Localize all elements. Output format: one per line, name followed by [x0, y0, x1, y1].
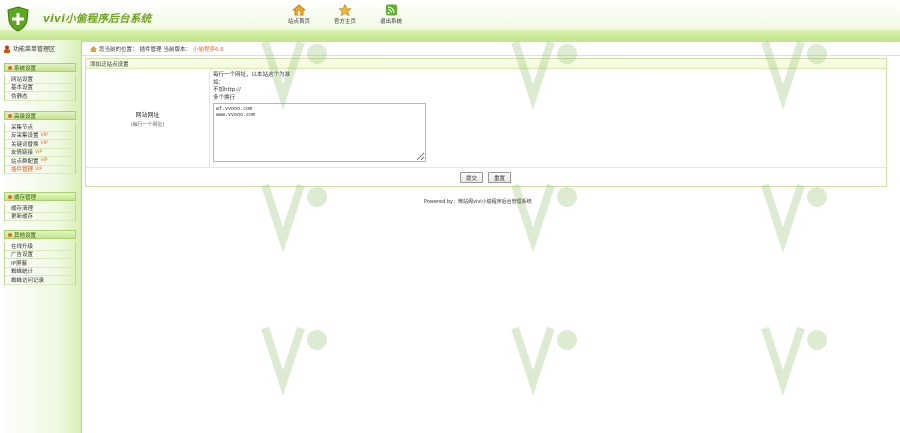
submit-button[interactable]: 提交: [460, 172, 484, 183]
home-icon: [292, 4, 306, 16]
sidebar: 功能菜单管理区 系统设置 网站设置 基本设置 伪静态 高级设置 采集节点 反采集…: [0, 40, 82, 433]
field-hint: (每行一个网址): [130, 122, 165, 128]
watermark-icon: [261, 183, 327, 253]
app-title: vivi小偷程序后台系统: [43, 13, 152, 25]
watermark-icon: [261, 326, 327, 396]
watermark-icon: [761, 326, 827, 396]
sidebar-item-anti-collect[interactable]: 反采集设置 VIP: [5, 132, 75, 140]
sidebar-heading: 功能菜单管理区: [3, 44, 81, 53]
user-icon: [4, 45, 10, 53]
sidebar-item-collect-nodes[interactable]: 采集节点: [5, 123, 75, 132]
header-band: [0, 30, 900, 42]
logo-shield-icon: [7, 6, 29, 32]
sidebar-item-friend-links[interactable]: 友情链接 VIP: [5, 149, 75, 157]
item-label: 反采集设置: [11, 133, 39, 140]
breadcrumb-version: 小偷程序6.6: [193, 46, 224, 53]
nav-official-home-label: 官方主页: [333, 19, 356, 25]
sidebar-item-site-group[interactable]: 站点群配置 VIP: [5, 157, 75, 166]
sidebar-item-ads[interactable]: 广告设置: [5, 251, 75, 259]
note-line: 如：: [213, 79, 225, 86]
watermark-icon: [761, 183, 827, 253]
nav-logout-label: 退出系统: [379, 19, 402, 25]
sidebar-item-upgrade[interactable]: 在线升级: [5, 242, 75, 251]
rss-icon: [386, 4, 397, 16]
vip-badge: VIP: [35, 149, 43, 155]
item-label: 关键词替换: [11, 141, 39, 148]
vip-badge: VIP: [40, 158, 48, 164]
bullet-icon: [8, 65, 12, 70]
group-title-system[interactable]: 系统设置: [4, 63, 76, 72]
form-row-domains: 网站网址 (每行一个网址) 每行一个网址，以本站这个为准 如： 不加http:/…: [86, 70, 886, 168]
group-title-other[interactable]: 其他设置: [4, 230, 76, 239]
sidebar-item-plugin-manage[interactable]: 插件管理 VIP: [5, 166, 75, 174]
watermark-icon: [511, 183, 577, 253]
footer-powered-by: Powered by：微站阁vivi小偷程序后台管理系统: [424, 199, 532, 205]
sidebar-item-ip-block[interactable]: IP屏蔽: [5, 259, 75, 268]
note-line: 每行一个网址，以本站这个为准: [213, 72, 291, 78]
menu-group-other: 其他设置 在线升级 广告设置 IP屏蔽 蜘蛛统计 蜘蛛访问记录: [4, 230, 76, 285]
menu-group-cache: 缓存管理 缓存清理 更新缓存: [4, 192, 76, 221]
vip-badge: VIP: [40, 141, 48, 147]
sidebar-item-rewrite[interactable]: 伪静态: [5, 92, 75, 101]
sidebar-item-basic-settings[interactable]: 基本设置: [5, 84, 75, 92]
watermark-icon: [511, 326, 577, 396]
sidebar-item-spider-stats[interactable]: 蜘蛛统计: [5, 268, 75, 276]
breadcrumb: 您当前的位置： 插件管理 当前版本： 小偷程序6.6: [90, 44, 224, 53]
sidebar-item-cache-clean[interactable]: 缓存清理: [5, 204, 75, 213]
breadcrumb-version-label: 当前版本：: [163, 46, 192, 53]
settings-panel: 添加泛站点设置 网站网址 (每行一个网址) 每行一个网址，以本站这个为准 如： …: [85, 58, 887, 187]
bullet-icon: [8, 113, 12, 118]
item-label: 友情链接: [11, 150, 34, 157]
sidebar-item-keyword-replace[interactable]: 关键词替换 VIP: [5, 140, 75, 149]
group-title-label: 高级设置: [14, 113, 37, 120]
nav-site-home-label: 站点首页: [287, 19, 310, 25]
form-buttons: 提交 重置: [460, 172, 512, 183]
sidebar-item-spider-log[interactable]: 蜘蛛访问记录: [5, 276, 75, 285]
vip-badge: VIP: [35, 166, 43, 172]
menu-group-system: 系统设置 网站设置 基本设置 伪静态: [4, 63, 76, 101]
group-title-label: 系统设置: [14, 65, 37, 72]
group-title-label: 缓存管理: [14, 194, 37, 201]
home-small-icon: [90, 45, 97, 52]
form-label-cell: 网站网址 (每行一个网址): [86, 70, 210, 168]
top-nav: 站点首页 官方主页 退出系统: [282, 4, 408, 25]
group-title-label: 其他设置: [14, 232, 37, 239]
sidebar-item-cache-update[interactable]: 更新缓存: [5, 213, 75, 221]
form-field-cell: 每行一个网址，以本站这个为准 如： 不加http:// 多个换行 wf.vvoo…: [213, 72, 443, 164]
nav-logout-button[interactable]: 退出系统: [374, 4, 408, 25]
panel-title: 添加泛站点设置: [86, 59, 886, 69]
bullet-icon: [8, 232, 12, 237]
note-line: 多个换行: [213, 94, 236, 101]
nav-official-home-button[interactable]: 官方主页: [328, 4, 362, 25]
field-label: 网站网址: [135, 112, 160, 119]
divider: [82, 55, 900, 56]
nav-site-home-button[interactable]: 站点首页: [282, 4, 316, 25]
menu-group-advanced: 高级设置 采集节点 反采集设置 VIP 关键词替换 VIP 友情链接 VIP 站点群配…: [4, 111, 76, 174]
vip-badge: VIP: [40, 132, 48, 138]
star-icon: [338, 4, 352, 16]
breadcrumb-prefix: 您当前的位置：: [99, 46, 138, 53]
group-title-advanced[interactable]: 高级设置: [4, 111, 76, 120]
sidebar-heading-label: 功能菜单管理区: [13, 46, 56, 53]
item-label: 站点群配置: [11, 158, 39, 165]
item-label: 插件管理: [11, 167, 34, 174]
domains-textarea[interactable]: wf.vvooo.com www.vvooo.com: [213, 103, 426, 162]
breadcrumb-section[interactable]: 插件管理: [140, 45, 162, 53]
group-title-cache[interactable]: 缓存管理: [4, 192, 76, 201]
note-line: 不加http://: [213, 87, 241, 93]
bullet-icon: [8, 194, 12, 199]
sidebar-item-site-settings[interactable]: 网站设置: [5, 75, 75, 84]
header: vivi小偷程序后台系统 站点首页 官方主页 退出系统: [0, 0, 900, 42]
reset-button[interactable]: 重置: [488, 172, 512, 183]
